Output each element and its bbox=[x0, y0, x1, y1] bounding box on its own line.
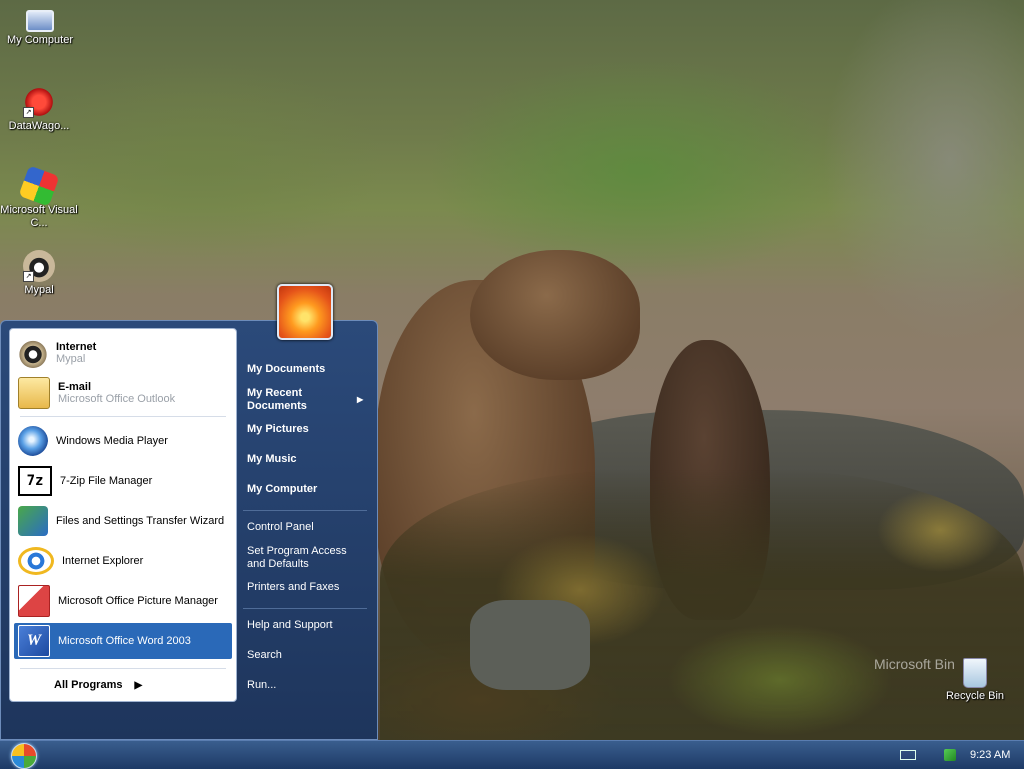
start-item-7zip[interactable]: 7z 7-Zip File Manager bbox=[14, 463, 232, 499]
start-link-my-music[interactable]: My Music bbox=[247, 453, 367, 466]
start-menu: Internet Mypal E-mail Microsoft Office O… bbox=[0, 320, 378, 740]
mypal-icon bbox=[18, 338, 48, 368]
background-bear-head bbox=[470, 250, 640, 380]
start-item-picture-manager[interactable]: Microsoft Office Picture Manager bbox=[14, 583, 232, 619]
start-link-my-computer[interactable]: My Computer bbox=[247, 483, 367, 496]
desktop-icon-label: Recycle Bin bbox=[945, 690, 1005, 702]
start-item-transfer-wizard[interactable]: Files and Settings Transfer Wizard bbox=[14, 503, 232, 539]
item-subtitle: Microsoft Office Outlook bbox=[58, 393, 176, 405]
item-title: E-mail bbox=[58, 381, 92, 393]
mypal-icon: ↗ bbox=[23, 250, 55, 282]
7zip-icon: 7z bbox=[18, 466, 52, 496]
submenu-arrow-icon: ▶ bbox=[357, 395, 364, 404]
start-item-internet[interactable]: Internet Mypal bbox=[14, 335, 232, 371]
start-button[interactable] bbox=[8, 742, 38, 769]
system-tray: 9:23 AM bbox=[890, 741, 1024, 769]
my-computer-icon bbox=[26, 10, 54, 32]
separator bbox=[243, 608, 367, 609]
item-label: Files and Settings Transfer Wizard bbox=[56, 515, 225, 527]
link-label-line1: My Recent bbox=[247, 387, 303, 399]
start-item-word-2003[interactable]: W Microsoft Office Word 2003 bbox=[14, 623, 232, 659]
start-link-search[interactable]: Search bbox=[247, 649, 367, 662]
all-programs-label: All Programs bbox=[54, 679, 123, 691]
start-link-my-recent-documents[interactable]: My Recent Documents ▶ bbox=[247, 387, 367, 413]
clock[interactable]: 9:23 AM bbox=[970, 749, 1010, 761]
transfer-wizard-icon bbox=[18, 506, 48, 536]
start-item-internet-explorer[interactable]: Internet Explorer bbox=[14, 543, 232, 579]
shortcut-arrow-icon: ↗ bbox=[23, 271, 34, 282]
start-link-printers-and-faxes[interactable]: Printers and Faxes bbox=[247, 581, 367, 594]
item-title: Internet bbox=[56, 341, 97, 353]
item-label: Microsoft Office Word 2003 bbox=[58, 635, 191, 647]
desktop-icon-label: Mypal bbox=[24, 284, 54, 296]
keyboard-icon[interactable] bbox=[900, 750, 916, 760]
start-link-set-program-access[interactable]: Set Program Access and Defaults bbox=[247, 545, 367, 571]
start-menu-programs-pane: Internet Mypal E-mail Microsoft Office O… bbox=[9, 328, 237, 702]
media-player-icon bbox=[18, 426, 48, 456]
separator bbox=[20, 668, 226, 669]
desktop-icon-my-computer[interactable]: My Computer bbox=[1, 4, 79, 47]
separator bbox=[20, 416, 226, 417]
desktop-icon-label: DataWago... bbox=[8, 120, 70, 132]
background-seaweed bbox=[380, 470, 1024, 740]
start-link-my-documents[interactable]: My Documents bbox=[247, 363, 367, 376]
desktop-icon-label: My Computer bbox=[6, 34, 74, 46]
start-link-help-and-support[interactable]: Help and Support bbox=[247, 619, 367, 632]
arrow-right-icon: ▶ bbox=[134, 679, 143, 691]
separator bbox=[243, 510, 367, 511]
windows-logo-icon bbox=[11, 743, 37, 769]
desktop-icon-visual-c[interactable]: Microsoft Visual C... bbox=[0, 165, 78, 230]
start-link-my-pictures[interactable]: My Pictures bbox=[247, 423, 367, 436]
link-label-line1: Set Program Access bbox=[247, 545, 347, 557]
picture-manager-icon bbox=[18, 585, 50, 617]
desktop-icon-mypal[interactable]: ↗ Mypal bbox=[0, 250, 78, 297]
desktop-icon-datawago[interactable]: ↗ DataWago... bbox=[0, 86, 78, 133]
user-picture[interactable] bbox=[277, 284, 333, 340]
word-icon: W bbox=[18, 625, 50, 657]
internet-explorer-icon bbox=[18, 547, 54, 575]
recycle-bin-icon bbox=[963, 658, 987, 688]
desktop-icon-label: Microsoft Visual C... bbox=[0, 204, 78, 229]
shortcut-arrow-icon: ↗ bbox=[23, 107, 34, 118]
network-icon[interactable] bbox=[944, 749, 956, 761]
outlook-icon bbox=[18, 377, 50, 409]
link-label-line2: Documents bbox=[247, 400, 307, 412]
desktop-icon-recycle-bin[interactable]: Recycle Bin bbox=[936, 658, 1014, 703]
item-label: 7-Zip File Manager bbox=[60, 475, 153, 487]
item-label: Windows Media Player bbox=[56, 435, 168, 447]
link-label-line2: and Defaults bbox=[247, 558, 309, 570]
all-programs-button[interactable]: All Programs ▶ bbox=[14, 673, 232, 697]
start-link-run[interactable]: Run... bbox=[247, 679, 367, 692]
visual-c-icon bbox=[18, 165, 60, 207]
start-link-control-panel[interactable]: Control Panel bbox=[247, 521, 367, 534]
background-rock-small bbox=[470, 600, 590, 690]
item-label: Microsoft Office Picture Manager bbox=[58, 595, 218, 607]
start-item-windows-media-player[interactable]: Windows Media Player bbox=[14, 423, 232, 459]
item-label: Internet Explorer bbox=[62, 555, 144, 567]
start-item-email[interactable]: E-mail Microsoft Office Outlook bbox=[14, 375, 232, 411]
taskbar: 9:23 AM bbox=[0, 740, 1024, 769]
item-subtitle: Mypal bbox=[56, 353, 86, 365]
datawago-icon: ↗ bbox=[23, 86, 55, 118]
